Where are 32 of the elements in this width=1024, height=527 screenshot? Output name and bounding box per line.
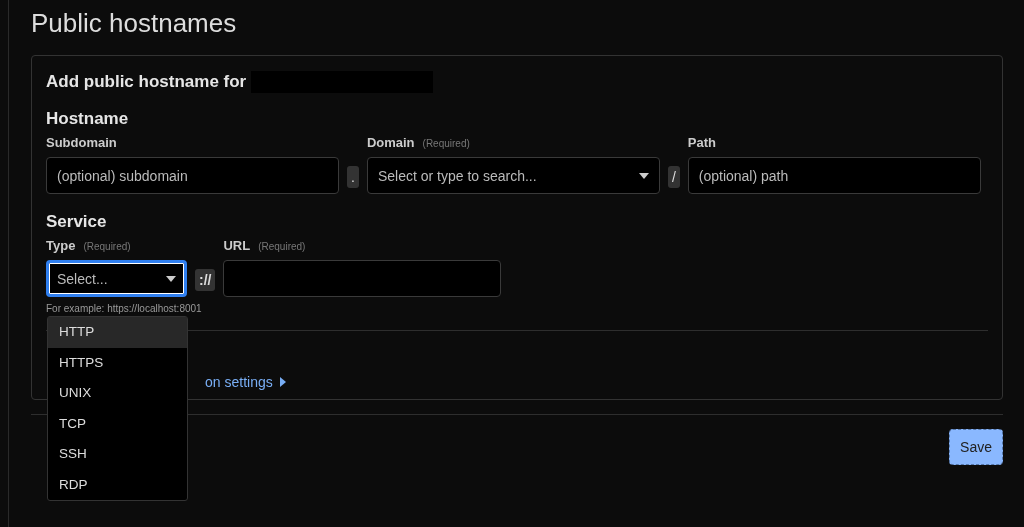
dropdown-option[interactable]: SSH (48, 439, 187, 470)
dropdown-option[interactable]: UNIX (48, 378, 187, 409)
required-note: (Required) (83, 241, 131, 252)
subdomain-field[interactable]: (optional) subdomain (46, 157, 339, 194)
dropdown-option[interactable]: RDP (48, 469, 187, 500)
caret-down-icon (638, 172, 649, 179)
required-note: (Required) (422, 138, 470, 149)
field-label: Subdomain (46, 135, 117, 150)
field-label: Type (46, 238, 76, 253)
scheme-separator: :// (195, 269, 216, 291)
page-title: Public hostnames (31, 8, 238, 39)
section-title: Hostname (46, 109, 130, 129)
type-select[interactable]: Select... (46, 260, 187, 297)
dropdown-option[interactable]: HTTPS (48, 347, 187, 378)
domain-select[interactable]: Select or type to search... (366, 157, 660, 194)
settings-link[interactable]: on settings (205, 374, 286, 390)
slash-separator: / (667, 166, 680, 188)
dropdown-option[interactable]: TCP (48, 408, 187, 439)
url-field[interactable] (223, 260, 502, 297)
save-button[interactable]: Save (949, 429, 1003, 465)
field-label: Domain (366, 135, 415, 150)
field-label: URL (223, 238, 251, 253)
path-field[interactable]: (optional) path (687, 157, 981, 194)
caret-right-icon (279, 377, 286, 387)
dropdown-option[interactable]: HTTP (48, 317, 187, 348)
caret-down-icon (166, 275, 176, 282)
card-heading: Add public hostname for (46, 72, 247, 92)
hint-text: For example: https://localhost:8001 (46, 303, 202, 314)
field-label: Path (687, 135, 716, 150)
required-note: (Required) (258, 241, 306, 252)
section-title: Service (46, 212, 108, 232)
dot-separator: . (347, 166, 359, 188)
